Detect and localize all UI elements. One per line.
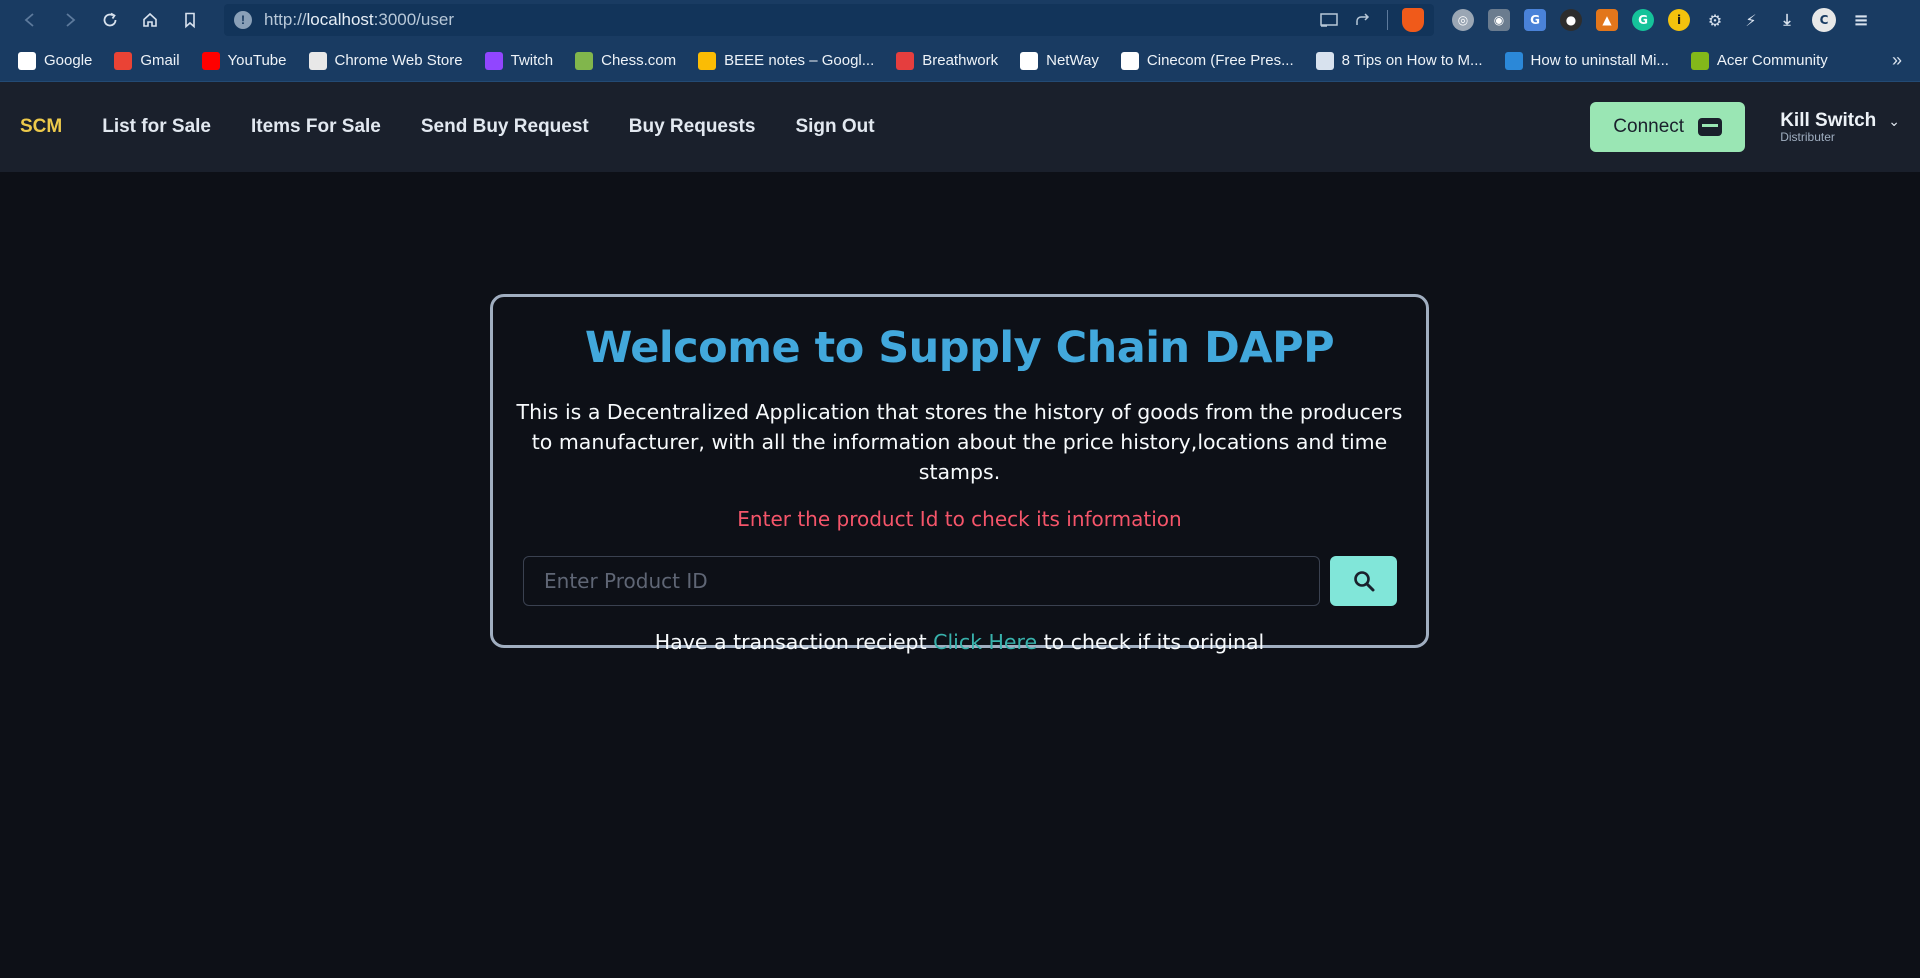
bookmark-label: Chess.com — [601, 52, 677, 69]
bookmark-label: Breathwork — [922, 52, 999, 69]
bookmark-label: BEEE notes – Googl... — [724, 52, 875, 69]
google-drive-icon — [698, 51, 717, 70]
wallet-icon — [1698, 118, 1723, 136]
bookmark-label: Google — [44, 52, 93, 69]
connect-wallet-button[interactable]: Connect — [1590, 102, 1746, 152]
bookmark-label: 8 Tips on How to M... — [1341, 52, 1483, 69]
search-icon — [1353, 571, 1374, 592]
bookmark-item[interactable]: BEEE notes – Googl... — [698, 51, 875, 70]
speed-icon[interactable]: ⚡ — [1740, 9, 1762, 31]
translate-icon[interactable]: G — [1524, 9, 1546, 31]
app-navbar: SCM List for Sale Items For Sale Send Bu… — [0, 82, 1920, 172]
receipt-text-after: to check if its original — [1037, 630, 1265, 654]
grammarly-icon[interactable]: G — [1632, 9, 1654, 31]
bookmark-item[interactable]: Breathwork — [896, 51, 999, 70]
product-id-prompt: Enter the product Id to check its inform… — [737, 507, 1182, 531]
bookmark-item[interactable]: Acer Community — [1690, 51, 1828, 70]
browser-toolbar: ! http://localhost:3000/user ◎ ◉ G ● ▲ G… — [0, 0, 1920, 40]
url-path: :3000/user — [373, 10, 454, 29]
bookmark-label: YouTube — [227, 52, 287, 69]
bookmark-item[interactable]: Chrome Web Store — [308, 51, 463, 70]
extensions-puzzle-icon[interactable]: ⚙ — [1704, 9, 1726, 31]
url-host: localhost — [306, 10, 374, 29]
chess-pawn-icon — [575, 51, 594, 70]
bookmark-item[interactable]: NetWay — [1020, 51, 1099, 70]
extension-mask-icon[interactable]: ◎ — [1452, 9, 1474, 31]
product-search-row — [523, 556, 1426, 606]
user-role: Distributer — [1780, 130, 1835, 144]
product-id-input[interactable] — [523, 556, 1320, 606]
nav-items-for-sale[interactable]: Items For Sale — [251, 116, 381, 138]
bookmark-item[interactable]: Chess.com — [575, 51, 677, 70]
globe-icon — [1020, 51, 1039, 70]
nav-sign-out[interactable]: Sign Out — [795, 116, 874, 138]
chrome-web-store-icon — [308, 51, 327, 70]
bookmark-icon[interactable] — [170, 0, 210, 40]
bookmark-label: Cinecom (Free Pres... — [1146, 52, 1294, 69]
profile-avatar-icon[interactable]: C — [1812, 8, 1836, 32]
bookmark-label: Gmail — [140, 52, 180, 69]
share-icon[interactable] — [1353, 11, 1373, 29]
bookmark-label: Acer Community — [1716, 52, 1828, 69]
receipt-check-line: Have a transaction reciept Click Here to… — [493, 630, 1426, 654]
menu-icon[interactable]: ≡ — [1850, 9, 1872, 31]
reload-icon[interactable] — [90, 0, 130, 40]
search-button[interactable] — [1330, 556, 1397, 606]
twitch-icon — [484, 51, 503, 70]
link-icon — [1315, 51, 1334, 70]
youtube-icon — [201, 51, 220, 70]
nav-buy-requests[interactable]: Buy Requests — [629, 116, 756, 138]
bookmark-label: NetWay — [1046, 52, 1099, 69]
url-prefix: http:// — [264, 10, 307, 29]
windows-flag-icon — [1504, 51, 1523, 70]
toolbar-divider — [1387, 10, 1388, 30]
brave-shields-icon[interactable] — [1402, 8, 1424, 32]
metamask-icon[interactable]: ▲ — [1596, 9, 1618, 31]
receipt-text-before: Have a transaction reciept — [654, 630, 934, 654]
welcome-card: Welcome to Supply Chain DAPP This is a D… — [490, 294, 1429, 654]
bookmarks-overflow-button[interactable]: » — [1892, 50, 1902, 71]
breathwork-icon — [896, 51, 915, 70]
back-icon[interactable] — [10, 0, 50, 40]
bookmark-label: Twitch — [510, 52, 554, 69]
home-icon[interactable] — [130, 0, 170, 40]
page-title: Welcome to Supply Chain DAPP — [584, 323, 1335, 373]
address-bar[interactable]: ! http://localhost:3000/user — [224, 4, 1434, 36]
nav-send-buy-request[interactable]: Send Buy Request — [421, 116, 589, 138]
bookmark-label: Chrome Web Store — [334, 52, 463, 69]
info-extension-icon[interactable]: i — [1668, 9, 1690, 31]
acer-icon — [1690, 51, 1709, 70]
user-name: Kill Switch — [1780, 110, 1877, 131]
bookmark-item[interactable]: YouTube — [201, 51, 287, 70]
brand-logo[interactable]: SCM — [20, 116, 62, 138]
nav-list-for-sale[interactable]: List for Sale — [102, 116, 211, 138]
bookmark-item[interactable]: Cinecom (Free Pres... — [1120, 51, 1294, 70]
gmail-icon — [114, 51, 133, 70]
chevron-down-icon[interactable]: ⌄ — [1888, 114, 1900, 130]
bookmark-item[interactable]: Google — [18, 51, 93, 70]
download-icon[interactable]: ⤓ — [1776, 9, 1798, 31]
cast-icon[interactable] — [1319, 11, 1339, 29]
app-description: This is a Decentralized Application that… — [516, 400, 1403, 484]
extension-orb-icon[interactable]: ● — [1560, 9, 1582, 31]
bookmark-item[interactable]: Twitch — [484, 51, 554, 70]
main-content: Welcome to Supply Chain DAPP This is a D… — [0, 172, 1920, 978]
bookmarks-bar: Google Gmail YouTube Chrome Web Store Twitch… — [0, 40, 1920, 82]
user-menu[interactable]: Kill Switch Distributer ⌄ — [1780, 110, 1900, 144]
globe-icon — [18, 51, 36, 70]
camera-icon[interactable]: ◉ — [1488, 9, 1510, 31]
bookmark-item[interactable]: Gmail — [114, 51, 180, 70]
connect-label: Connect — [1613, 116, 1685, 137]
forward-icon[interactable] — [50, 0, 90, 40]
bookmark-item[interactable]: How to uninstall Mi... — [1504, 51, 1669, 70]
cinecom-icon — [1120, 51, 1139, 70]
bookmark-item[interactable]: 8 Tips on How to M... — [1315, 51, 1483, 70]
site-info-icon[interactable]: ! — [234, 11, 252, 29]
receipt-check-link[interactable]: Click Here — [933, 630, 1037, 654]
bookmark-label: How to uninstall Mi... — [1530, 52, 1669, 69]
